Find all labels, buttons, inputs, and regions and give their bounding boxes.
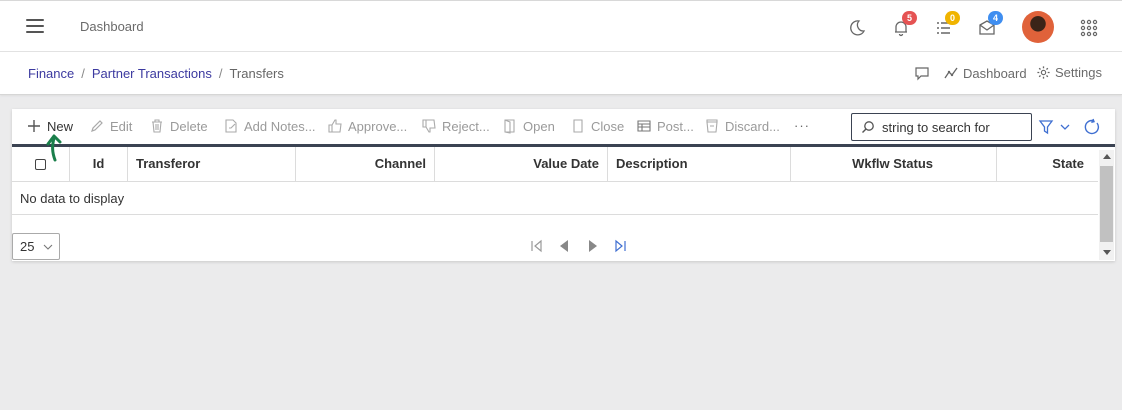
scroll-up-arrow-icon[interactable] (1103, 154, 1111, 159)
app-title: Dashboard (80, 19, 144, 34)
chart-line-icon (944, 67, 958, 79)
approve-label: Approve... (348, 118, 408, 134)
close-button[interactable]: Close (570, 118, 624, 134)
open-label: Open (523, 118, 555, 134)
scroll-down-arrow-icon[interactable] (1103, 250, 1111, 255)
column-header-wkflw-status[interactable]: Wkflw Status (791, 147, 997, 181)
bin-icon (706, 119, 718, 133)
user-avatar[interactable] (1022, 11, 1054, 43)
gear-icon (1037, 66, 1050, 79)
moon-icon[interactable] (846, 15, 870, 39)
apps-grid-icon[interactable] (1078, 15, 1102, 39)
column-header-value-date[interactable]: Value Date (435, 147, 608, 181)
open-button[interactable]: Open (502, 118, 555, 134)
filter-button[interactable] (1038, 119, 1071, 135)
edit-button[interactable]: Edit (89, 118, 132, 134)
breadcrumb: Finance / Partner Transactions / Transfers (28, 66, 284, 81)
discard-button[interactable]: Discard... (704, 118, 780, 134)
chevron-down-icon (1060, 124, 1070, 130)
breadcrumb-finance[interactable]: Finance (28, 66, 74, 81)
edit-label: Edit (110, 118, 133, 134)
thumbs-down-icon (422, 119, 436, 133)
reject-label: Reject... (442, 118, 490, 134)
discard-label: Discard... (725, 118, 780, 134)
post-button[interactable]: Post... (636, 118, 694, 134)
column-header-id[interactable]: Id (70, 147, 128, 181)
grid-header: Id Transferor Channel Value Date Descrip… (12, 147, 1098, 182)
settings-link[interactable]: Settings (1036, 65, 1102, 80)
settings-link-label: Settings (1055, 65, 1102, 80)
approve-button[interactable]: Approve... (327, 118, 407, 134)
column-header-transferor[interactable]: Transferor (128, 147, 296, 181)
chevron-down-icon (43, 244, 53, 250)
previous-page-icon[interactable] (557, 239, 571, 253)
trash-icon (152, 119, 162, 133)
delete-label: Delete (170, 118, 208, 134)
column-header-state[interactable]: State (997, 147, 1098, 181)
first-page-icon[interactable] (529, 239, 543, 253)
column-header-channel[interactable]: Channel (296, 147, 435, 181)
pencil-icon (91, 120, 103, 132)
more-actions-button[interactable]: ··· (794, 118, 810, 133)
vertical-scrollbar[interactable] (1099, 150, 1114, 260)
annotation-arrow-icon (46, 134, 62, 162)
post-label: Post... (657, 118, 694, 134)
filter-icon (1038, 120, 1054, 135)
refresh-button[interactable] (1083, 118, 1101, 136)
door-closed-icon (573, 119, 583, 133)
breadcrumb-current: Transfers (229, 66, 284, 81)
door-open-icon (504, 119, 515, 134)
empty-grid-message: No data to display (12, 182, 1098, 215)
last-page-icon[interactable] (614, 239, 628, 253)
page-size-select[interactable]: 25 (12, 233, 60, 260)
scrollbar-thumb[interactable] (1100, 166, 1113, 242)
dashboard-link[interactable]: Dashboard (943, 65, 1027, 81)
transfers-panel: New Edit Delete Add Notes... Approve... … (12, 109, 1115, 261)
breadcrumb-partner-transactions[interactable]: Partner Transactions (92, 66, 212, 81)
comment-icon (915, 67, 929, 81)
tasks-icon[interactable]: 0 (933, 11, 960, 39)
plus-icon (28, 120, 40, 132)
page-size-value: 25 (20, 239, 35, 254)
search-box[interactable] (851, 113, 1032, 141)
bell-icon[interactable]: 5 (890, 11, 917, 39)
delete-button[interactable]: Delete (149, 118, 208, 134)
toolbar: New Edit Delete Add Notes... Approve... … (12, 109, 1115, 147)
column-header-description[interactable]: Description (608, 147, 791, 181)
tasks-badge: 0 (945, 11, 960, 25)
breadcrumb-bar: Finance / Partner Transactions / Transfers D… (0, 52, 1122, 95)
next-page-icon[interactable] (586, 239, 600, 253)
thumbs-up-icon (328, 119, 342, 133)
notifications-badge: 5 (902, 11, 917, 25)
add-notes-button[interactable]: Add Notes... (223, 118, 316, 134)
dashboard-link-label: Dashboard (963, 65, 1027, 81)
close-label: Close (591, 118, 625, 134)
search-icon (862, 121, 874, 133)
ledger-icon (637, 120, 651, 132)
search-input[interactable] (882, 119, 1027, 135)
mail-icon[interactable]: 4 (976, 11, 1003, 39)
hamburger-menu-icon[interactable] (26, 19, 44, 33)
transfers-grid: Id Transferor Channel Value Date Descrip… (12, 147, 1098, 215)
note-icon (225, 119, 237, 133)
reject-button[interactable]: Reject... (421, 118, 490, 134)
comments-button[interactable] (914, 65, 930, 81)
add-notes-label: Add Notes... (244, 118, 316, 134)
messages-badge: 4 (988, 11, 1003, 25)
top-bar: Dashboard 5 0 4 (0, 0, 1122, 52)
refresh-icon (1084, 118, 1100, 135)
